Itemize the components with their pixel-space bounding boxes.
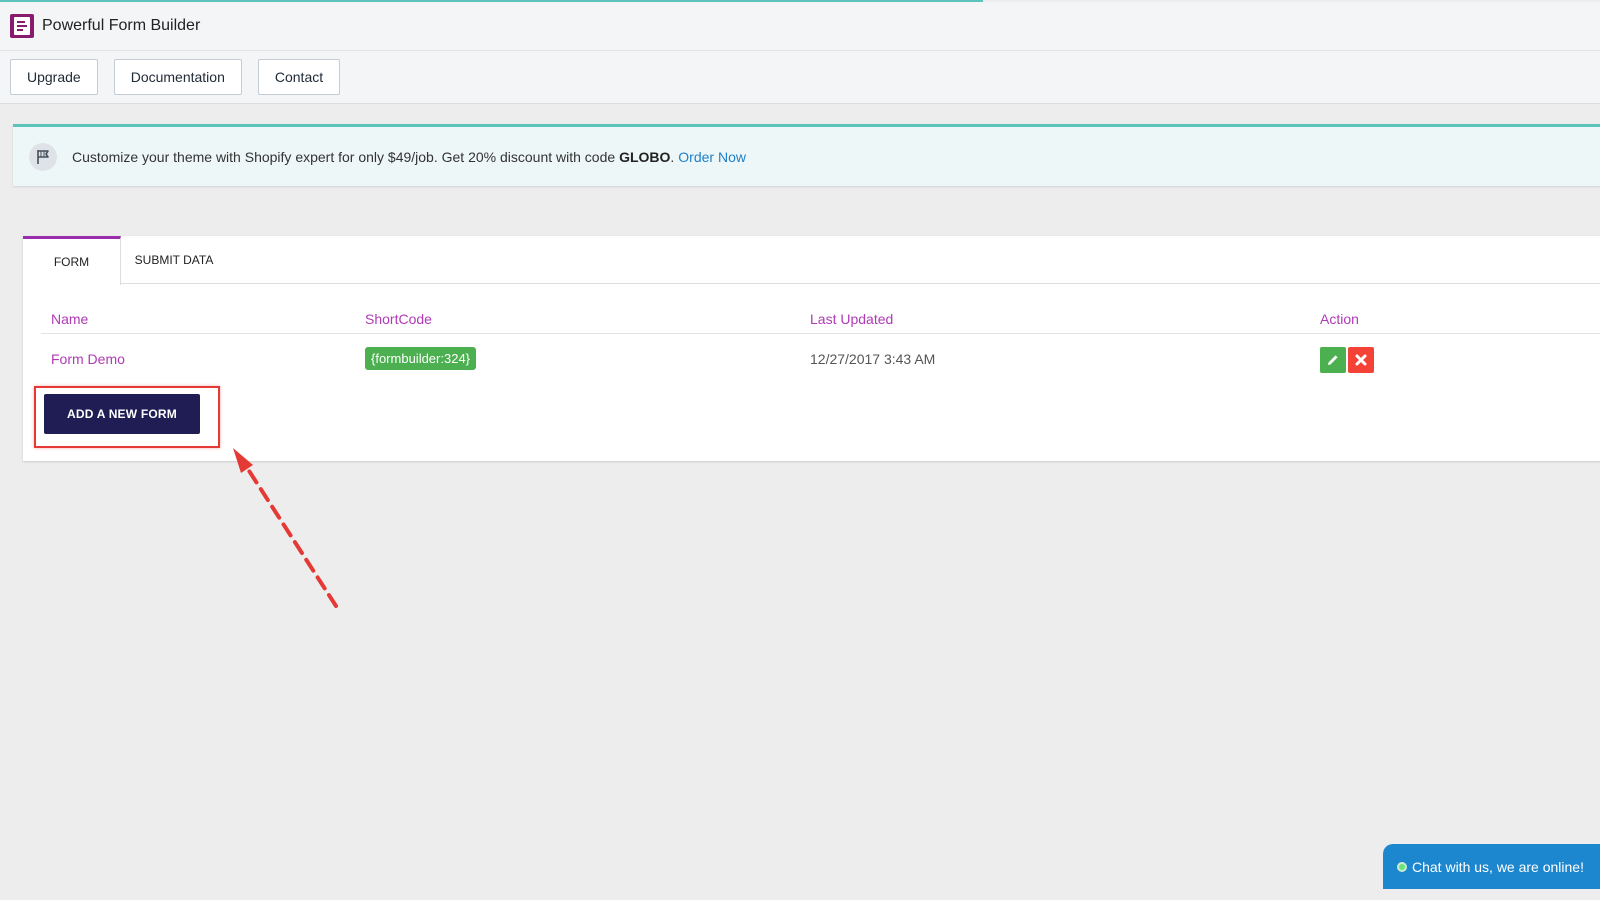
form-builder-logo-icon bbox=[10, 14, 34, 38]
app-header: Powerful Form Builder bbox=[0, 2, 1600, 51]
last-updated-value: 12/27/2017 3:43 AM bbox=[810, 351, 936, 367]
shortcode-badge: {formbuilder:324} bbox=[365, 347, 477, 370]
edit-form-button[interactable] bbox=[1320, 347, 1346, 373]
order-now-link[interactable]: Order Now bbox=[678, 149, 746, 165]
app-title: Powerful Form Builder bbox=[42, 17, 201, 34]
tab-bar: FORM SUBMIT DATA bbox=[23, 236, 1600, 285]
flag-icon bbox=[29, 142, 57, 171]
close-icon bbox=[1355, 354, 1367, 366]
tab-form[interactable]: FORM bbox=[23, 236, 121, 285]
banner-text: Customize your theme with Shopify expert… bbox=[72, 148, 620, 165]
form-name-link[interactable]: Form Demo bbox=[51, 351, 125, 367]
pencil-icon bbox=[1328, 355, 1338, 365]
upgrade-button[interactable]: Upgrade bbox=[10, 59, 98, 95]
delete-form-button[interactable] bbox=[1348, 347, 1374, 373]
banner-suffix: . bbox=[670, 148, 675, 165]
contact-button[interactable]: Contact bbox=[257, 59, 341, 95]
column-header-shortcode: ShortCode bbox=[365, 311, 432, 327]
annotation-highlight-box bbox=[34, 386, 220, 448]
chat-label: Chat with us, we are online! bbox=[1412, 858, 1584, 875]
chat-widget-button[interactable]: Chat with us, we are online! bbox=[1383, 844, 1600, 889]
online-status-icon bbox=[1397, 861, 1407, 872]
tab-submit-data[interactable]: SUBMIT DATA bbox=[121, 236, 227, 284]
column-header-name: Name bbox=[51, 311, 89, 327]
documentation-button[interactable]: Documentation bbox=[113, 59, 242, 95]
column-header-last-updated: Last Updated bbox=[810, 311, 894, 327]
table-header-divider bbox=[41, 333, 1600, 334]
forms-panel: FORM SUBMIT DATA Name ShortCode Last Upd… bbox=[23, 236, 1600, 461]
toolbar: Upgrade Documentation Contact bbox=[0, 51, 1600, 104]
column-header-action: Action bbox=[1320, 311, 1359, 327]
discount-code: GLOBO bbox=[619, 148, 671, 165]
promo-banner: Customize your theme with Shopify expert… bbox=[13, 124, 1600, 186]
